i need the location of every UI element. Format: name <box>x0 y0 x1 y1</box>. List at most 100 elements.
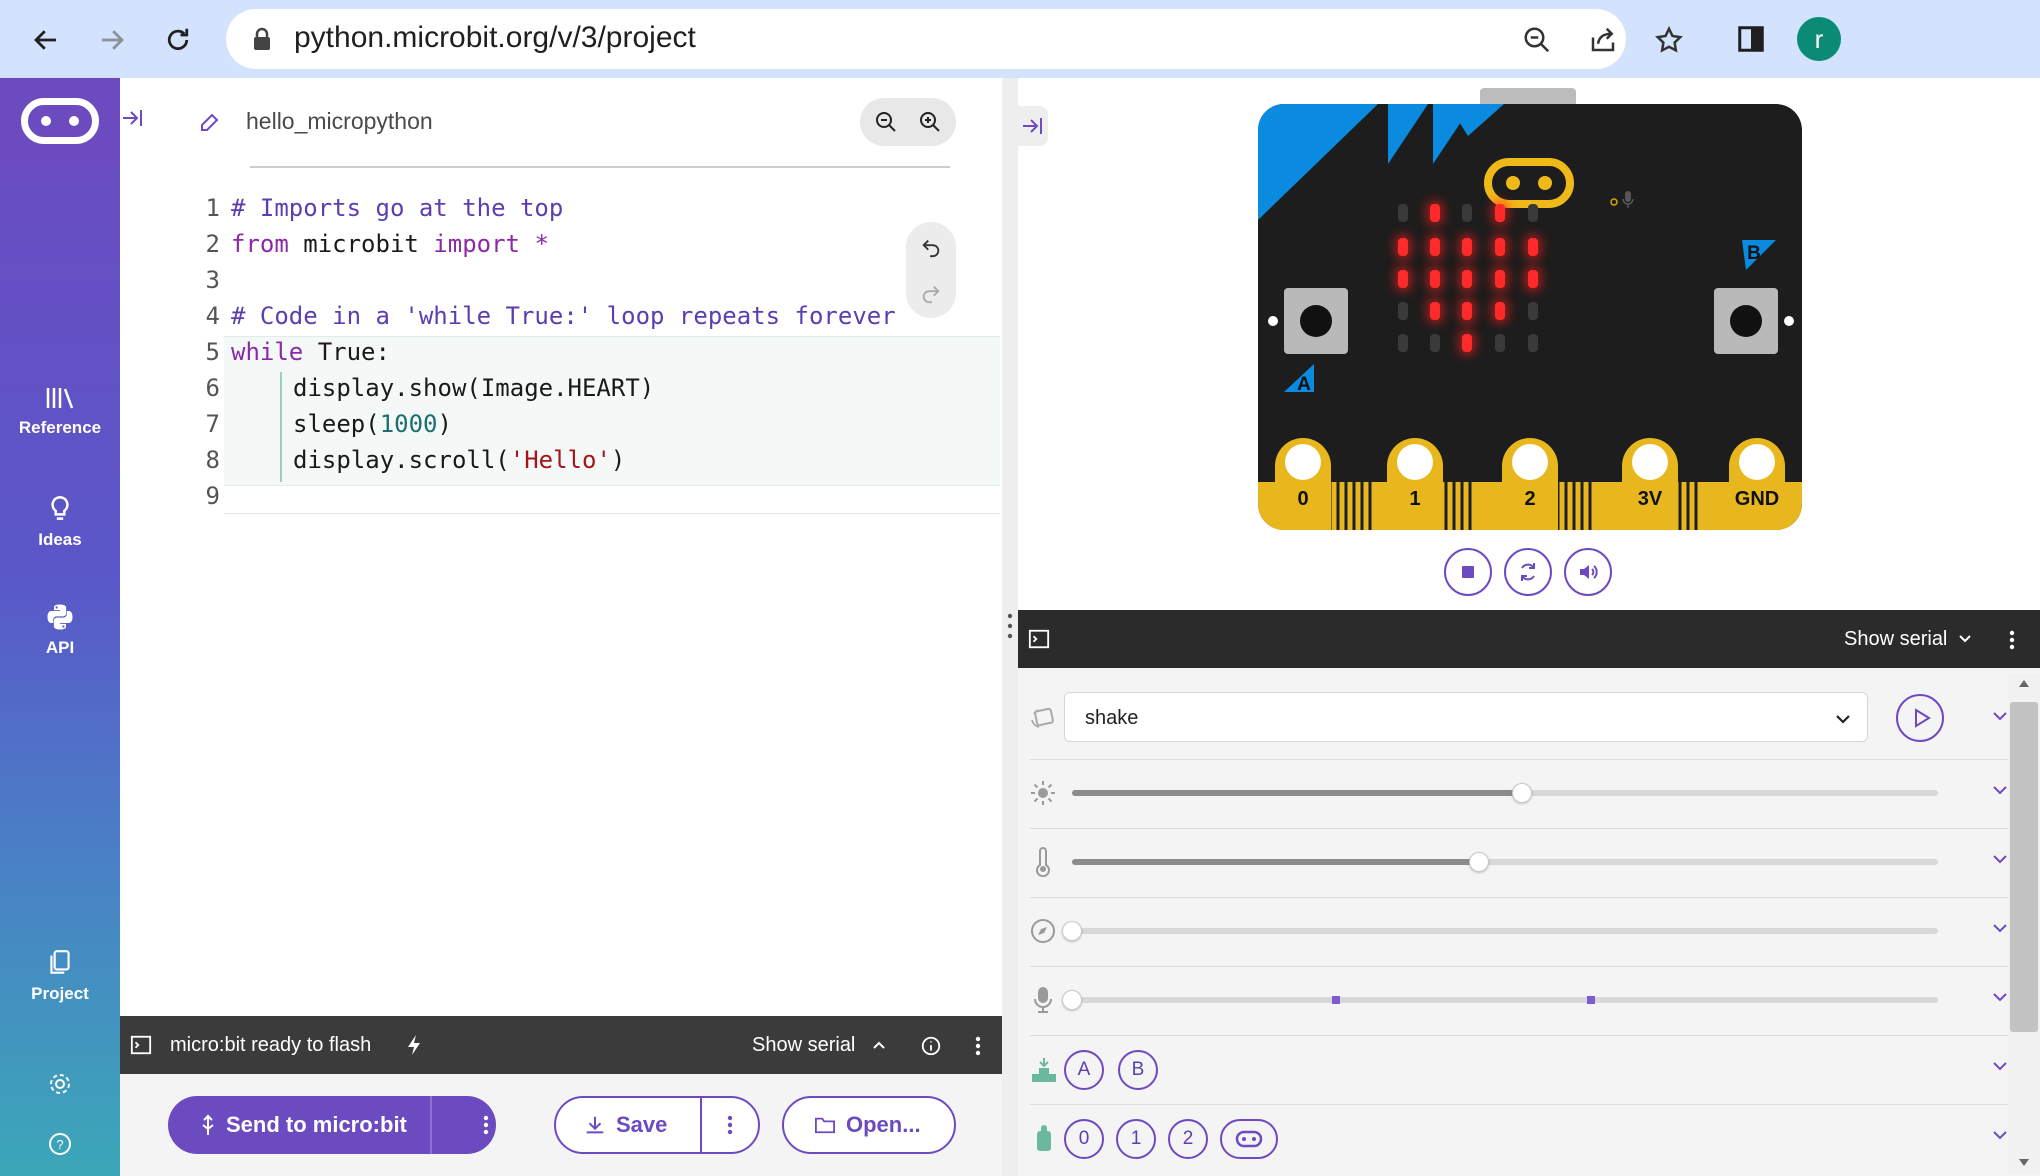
project-name[interactable]: hello_micropython <box>246 108 433 135</box>
pin-gnd[interactable]: GND <box>1729 438 1785 530</box>
slider-thumb[interactable] <box>1469 852 1489 872</box>
led-pixel <box>1528 270 1538 288</box>
save-options-icon[interactable] <box>726 1114 734 1136</box>
slider-thumb[interactable] <box>1062 921 1082 941</box>
logo-touch-chip[interactable] <box>1220 1119 1278 1159</box>
settings-icon[interactable] <box>48 1072 72 1096</box>
speaker-icon <box>1580 565 1598 579</box>
slider-thumb[interactable] <box>1062 990 1082 1010</box>
gesture-select[interactable]: shake <box>1064 692 1868 742</box>
led-pixel <box>1462 238 1472 256</box>
chevron-down-icon[interactable] <box>1992 851 2008 867</box>
help-icon[interactable]: ? <box>48 1132 72 1156</box>
chevron-up-icon[interactable] <box>872 1038 886 1052</box>
profile-avatar[interactable]: r <box>1797 17 1841 61</box>
undo-redo-controls <box>906 222 956 318</box>
undo-icon[interactable] <box>920 236 942 258</box>
terminal-icon <box>1028 629 1050 649</box>
led-pixel <box>1495 334 1505 352</box>
collapse-simulator-button[interactable] <box>1018 106 1048 146</box>
temperature-slider[interactable] <box>1072 852 1938 872</box>
pin-3v[interactable]: 3V <box>1622 438 1678 530</box>
pin-1[interactable]: 1 <box>1387 438 1443 530</box>
back-button[interactable] <box>20 14 72 66</box>
pin-0[interactable]: 0 <box>1275 438 1331 530</box>
scroll-down-icon[interactable] <box>2018 1158 2030 1168</box>
chevron-down-icon[interactable] <box>1958 632 1972 646</box>
pane-splitter[interactable] <box>1002 78 1018 1176</box>
zoom-out-icon[interactable] <box>874 110 898 134</box>
sidebar: Reference Ideas API Project ? <box>0 78 120 1176</box>
forward-button[interactable] <box>86 14 138 66</box>
chevron-down-icon[interactable] <box>1992 782 2008 798</box>
chevron-down-icon[interactable] <box>1992 708 2008 724</box>
svg-text:B: B <box>1747 243 1761 264</box>
collapse-sidebar-icon[interactable] <box>120 106 144 130</box>
info-icon[interactable] <box>920 1035 942 1057</box>
led-pixel <box>1398 238 1408 256</box>
led-pixel <box>1528 204 1538 222</box>
reload-button[interactable] <box>152 14 204 66</box>
chevron-down-icon[interactable] <box>1992 1058 2008 1074</box>
drag-handle-icon[interactable] <box>1006 612 1014 640</box>
led-pixel <box>1430 270 1440 288</box>
button-b[interactable] <box>1714 288 1778 354</box>
code-line: from microbit import * <box>231 230 549 258</box>
reset-button[interactable] <box>1504 548 1552 596</box>
side-panel-icon[interactable] <box>1736 24 1766 54</box>
address-bar[interactable]: python.microbit.org/v/3/project <box>226 9 1683 69</box>
button-a-chip[interactable]: A <box>1064 1050 1104 1090</box>
send-gesture-button[interactable] <box>1896 694 1944 742</box>
microbit-face-logo[interactable] <box>1484 158 1574 208</box>
light-slider[interactable] <box>1072 783 1938 803</box>
share-icon[interactable] <box>1588 25 1618 55</box>
show-serial-button[interactable]: Show serial <box>1844 628 1947 651</box>
pin-1-chip[interactable]: 1 <box>1116 1119 1156 1159</box>
send-to-microbit-button[interactable]: Send to micro:bit <box>168 1096 496 1154</box>
slider-thumb[interactable] <box>1512 783 1532 803</box>
pin-2-chip[interactable]: 2 <box>1168 1119 1208 1159</box>
zoom-in-icon[interactable] <box>918 110 942 134</box>
sensor-scrollbar[interactable] <box>2008 674 2040 1174</box>
more-options-icon[interactable] <box>974 1035 982 1057</box>
show-serial-button[interactable]: Show serial <box>752 1034 855 1057</box>
edit-name-icon[interactable] <box>198 110 222 134</box>
chevron-down-icon[interactable] <box>1992 989 2008 1005</box>
compass-slider[interactable] <box>1062 921 1938 941</box>
button-a[interactable] <box>1284 288 1348 354</box>
light-icon <box>1031 781 1055 805</box>
button-b-label-tag: B <box>1742 240 1776 270</box>
scroll-up-icon[interactable] <box>2018 678 2030 688</box>
chevron-down-icon[interactable] <box>1992 920 2008 936</box>
redo-icon[interactable] <box>920 282 942 304</box>
code-editor[interactable]: 1 2 3 4 5 6 7 8 9 # Imports go at the to… <box>120 168 1002 1016</box>
microbit-board: A B 0 1 2 3V GND <box>1258 104 1802 530</box>
stop-button[interactable] <box>1444 548 1492 596</box>
sidebar-item-ideas[interactable]: Ideas <box>0 494 120 550</box>
sound-slider[interactable] <box>1062 990 1938 1010</box>
chevron-down-icon[interactable] <box>1992 1127 2008 1143</box>
open-button[interactable]: Open... <box>782 1096 956 1154</box>
pin-0-chip[interactable]: 0 <box>1064 1119 1104 1159</box>
zoom-out-icon[interactable] <box>1522 25 1552 55</box>
microbit-logo[interactable] <box>0 78 120 164</box>
send-options-icon[interactable] <box>482 1114 490 1136</box>
pin-2[interactable]: 2 <box>1502 438 1558 530</box>
star-icon[interactable] <box>1654 25 1684 55</box>
sidebar-item-api[interactable]: API <box>0 602 120 658</box>
scroll-thumb[interactable] <box>2010 702 2038 1032</box>
sidebar-item-project[interactable]: Project <box>0 948 120 1004</box>
forward-arrow-icon <box>102 30 124 50</box>
status-message: micro:bit ready to flash <box>170 1034 372 1056</box>
sound-threshold-marker[interactable] <box>1587 996 1595 1004</box>
mute-button[interactable] <box>1564 548 1612 596</box>
sound-threshold-marker[interactable] <box>1332 996 1340 1004</box>
button-b-chip[interactable]: B <box>1118 1050 1158 1090</box>
browser-toolbar: python.microbit.org/v/3/project r <box>0 0 2040 78</box>
sidebar-item-reference[interactable]: Reference <box>0 384 120 438</box>
save-button[interactable]: Save <box>554 1096 760 1154</box>
code-line: # Code in a 'while True:' loop repeats f… <box>231 302 896 330</box>
button-press-icon <box>1032 1058 1056 1082</box>
editor-header: hello_micropython <box>120 78 1002 168</box>
more-options-icon[interactable] <box>2008 629 2016 651</box>
